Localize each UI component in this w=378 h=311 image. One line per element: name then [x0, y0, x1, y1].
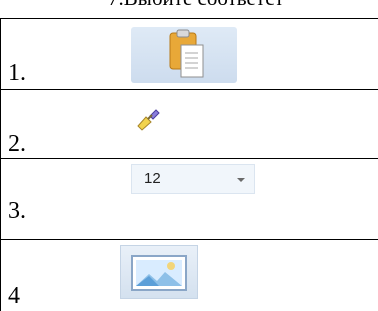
table-row: 2.	[0, 89, 378, 158]
answer-table: 1. 2. 3. 12 4	[0, 0, 378, 311]
insert-picture-button[interactable]	[120, 245, 198, 299]
insert-picture-icon	[131, 255, 187, 291]
row-number: 4	[8, 283, 20, 309]
font-size-dropdown[interactable]: 12	[131, 164, 255, 194]
font-size-value: 12	[144, 170, 161, 187]
row-number: 3.	[8, 198, 26, 224]
paste-icon	[169, 29, 204, 78]
paste-button[interactable]	[131, 27, 237, 83]
row-number: 1.	[8, 60, 26, 86]
row-number: 2.	[8, 131, 26, 157]
chevron-down-icon[interactable]	[237, 178, 245, 182]
format-painter-icon[interactable]	[132, 104, 164, 136]
